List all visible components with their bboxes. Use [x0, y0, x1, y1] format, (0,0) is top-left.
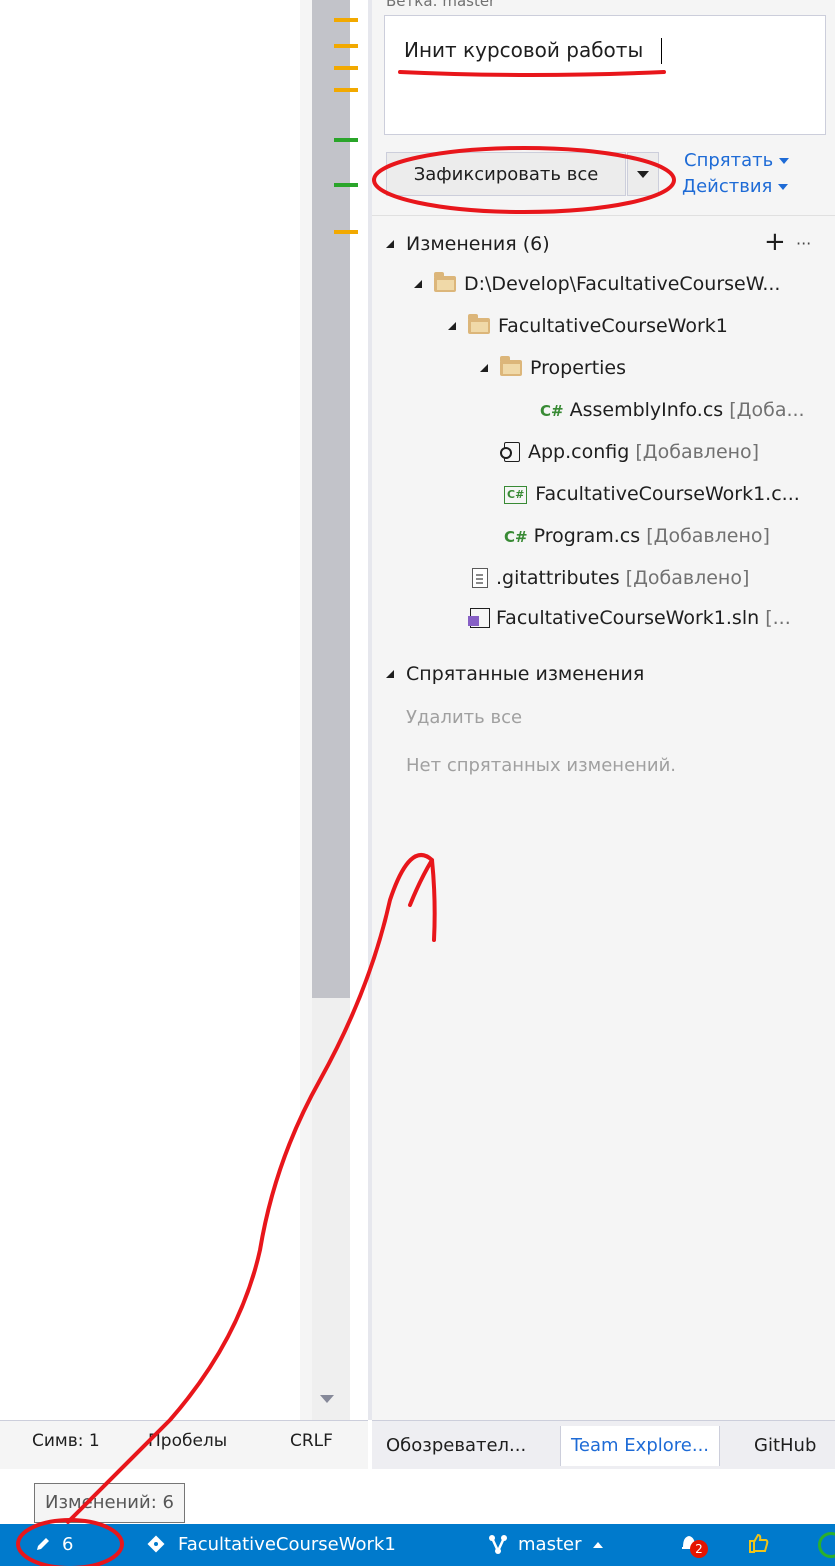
repository-indicator[interactable]: FacultativeCourseWork1	[146, 1530, 396, 1560]
commit-options-dropdown[interactable]	[627, 152, 659, 196]
changes-section-header[interactable]: Изменения (6)	[386, 230, 550, 258]
no-stashes-message: Нет спрятанных изменений.	[406, 755, 677, 776]
change-marker	[334, 230, 358, 234]
line-ending-indicator[interactable]: CRLF	[290, 1431, 333, 1451]
folder-icon	[434, 272, 456, 292]
more-options-icon[interactable]: ···	[796, 230, 811, 258]
pending-changes-tooltip: Изменений: 6	[34, 1483, 185, 1523]
text-caret	[661, 38, 662, 64]
notification-count-badge: 2	[690, 1540, 708, 1558]
branch-label: Ветка: master	[386, 0, 496, 10]
expand-triangle-icon	[414, 280, 422, 288]
separator	[372, 215, 835, 216]
tree-item-assemblyinfo[interactable]: C# AssemblyInfo.cs [Доба...	[540, 396, 805, 424]
chevron-up-icon	[593, 1542, 604, 1548]
change-marker	[334, 138, 358, 142]
expand-triangle-icon	[480, 364, 488, 372]
change-marker	[334, 18, 358, 22]
tree-item-repo-root[interactable]: D:\Develop\FacultativeCourseW...	[414, 270, 780, 298]
branch-indicator[interactable]: master	[488, 1530, 604, 1560]
c-sharp-icon: C#	[540, 402, 564, 420]
change-marker	[334, 44, 358, 48]
editor-margin	[300, 0, 312, 1420]
expand-triangle-icon	[386, 670, 394, 678]
column-indicator[interactable]: Симв: 1	[32, 1431, 100, 1451]
chevron-down-icon	[779, 158, 790, 164]
stashes-section-header[interactable]: Спрятанные изменения	[386, 660, 644, 688]
tree-item-app-config[interactable]: App.config [Добавлено]	[500, 438, 759, 466]
chevron-down-icon	[637, 170, 649, 178]
scroll-down-arrow-icon[interactable]	[320, 1395, 334, 1403]
expand-triangle-icon	[448, 322, 456, 330]
tab-github[interactable]: GitHub	[744, 1426, 826, 1466]
tree-item-properties-folder[interactable]: Properties	[480, 354, 626, 382]
tree-item-csproj[interactable]: C# FacultativeCourseWork1.c...	[504, 480, 800, 508]
chevron-down-icon	[778, 184, 789, 190]
notifications-indicator[interactable]: 2	[680, 1530, 708, 1560]
tree-item-program-cs[interactable]: C# Program.cs [Добавлено]	[504, 522, 770, 550]
tab-team-explorer[interactable]: Team Explore...	[560, 1426, 721, 1466]
commit-message-text: Инит курсовой работы	[404, 38, 644, 62]
tree-item-gitattributes[interactable]: .gitattributes [Добавлено]	[472, 564, 749, 592]
git-repo-icon	[147, 1535, 165, 1553]
commit-message-input[interactable]	[384, 15, 826, 135]
editor-area	[0, 0, 300, 1420]
text-file-icon	[472, 568, 488, 588]
status-bar	[0, 1524, 835, 1566]
folder-icon	[500, 356, 522, 376]
change-marker	[334, 183, 358, 187]
tab-solution-explorer[interactable]: Обозревател...	[376, 1426, 536, 1466]
branch-icon	[489, 1535, 507, 1554]
change-marker	[334, 66, 358, 70]
delete-all-stashes-link[interactable]: Удалить все	[406, 704, 522, 732]
add-icon[interactable]: +	[764, 228, 786, 256]
stash-link[interactable]: Спрятать	[684, 150, 790, 171]
scrollbar-thumb[interactable]	[312, 0, 350, 998]
change-marker	[334, 88, 358, 92]
tree-item-project-folder[interactable]: FacultativeCourseWork1	[448, 312, 728, 340]
indent-mode-indicator[interactable]: Пробелы	[148, 1431, 227, 1451]
c-sharp-icon: C#	[504, 528, 528, 546]
commit-all-button[interactable]: Зафиксировать все	[386, 152, 626, 196]
thumbs-up-icon	[749, 1533, 769, 1553]
feedback-icon[interactable]	[748, 1530, 770, 1560]
csharp-project-icon: C#	[504, 486, 528, 504]
tree-item-solution[interactable]: FacultativeCourseWork1.sln [...	[468, 604, 791, 632]
solution-file-icon	[468, 608, 490, 628]
config-file-icon	[500, 442, 520, 462]
actions-link[interactable]: Действия	[682, 176, 789, 197]
expand-triangle-icon	[386, 240, 394, 248]
pending-changes-indicator[interactable]: 6	[34, 1530, 73, 1560]
folder-icon	[468, 314, 490, 334]
pencil-icon	[37, 1538, 49, 1550]
